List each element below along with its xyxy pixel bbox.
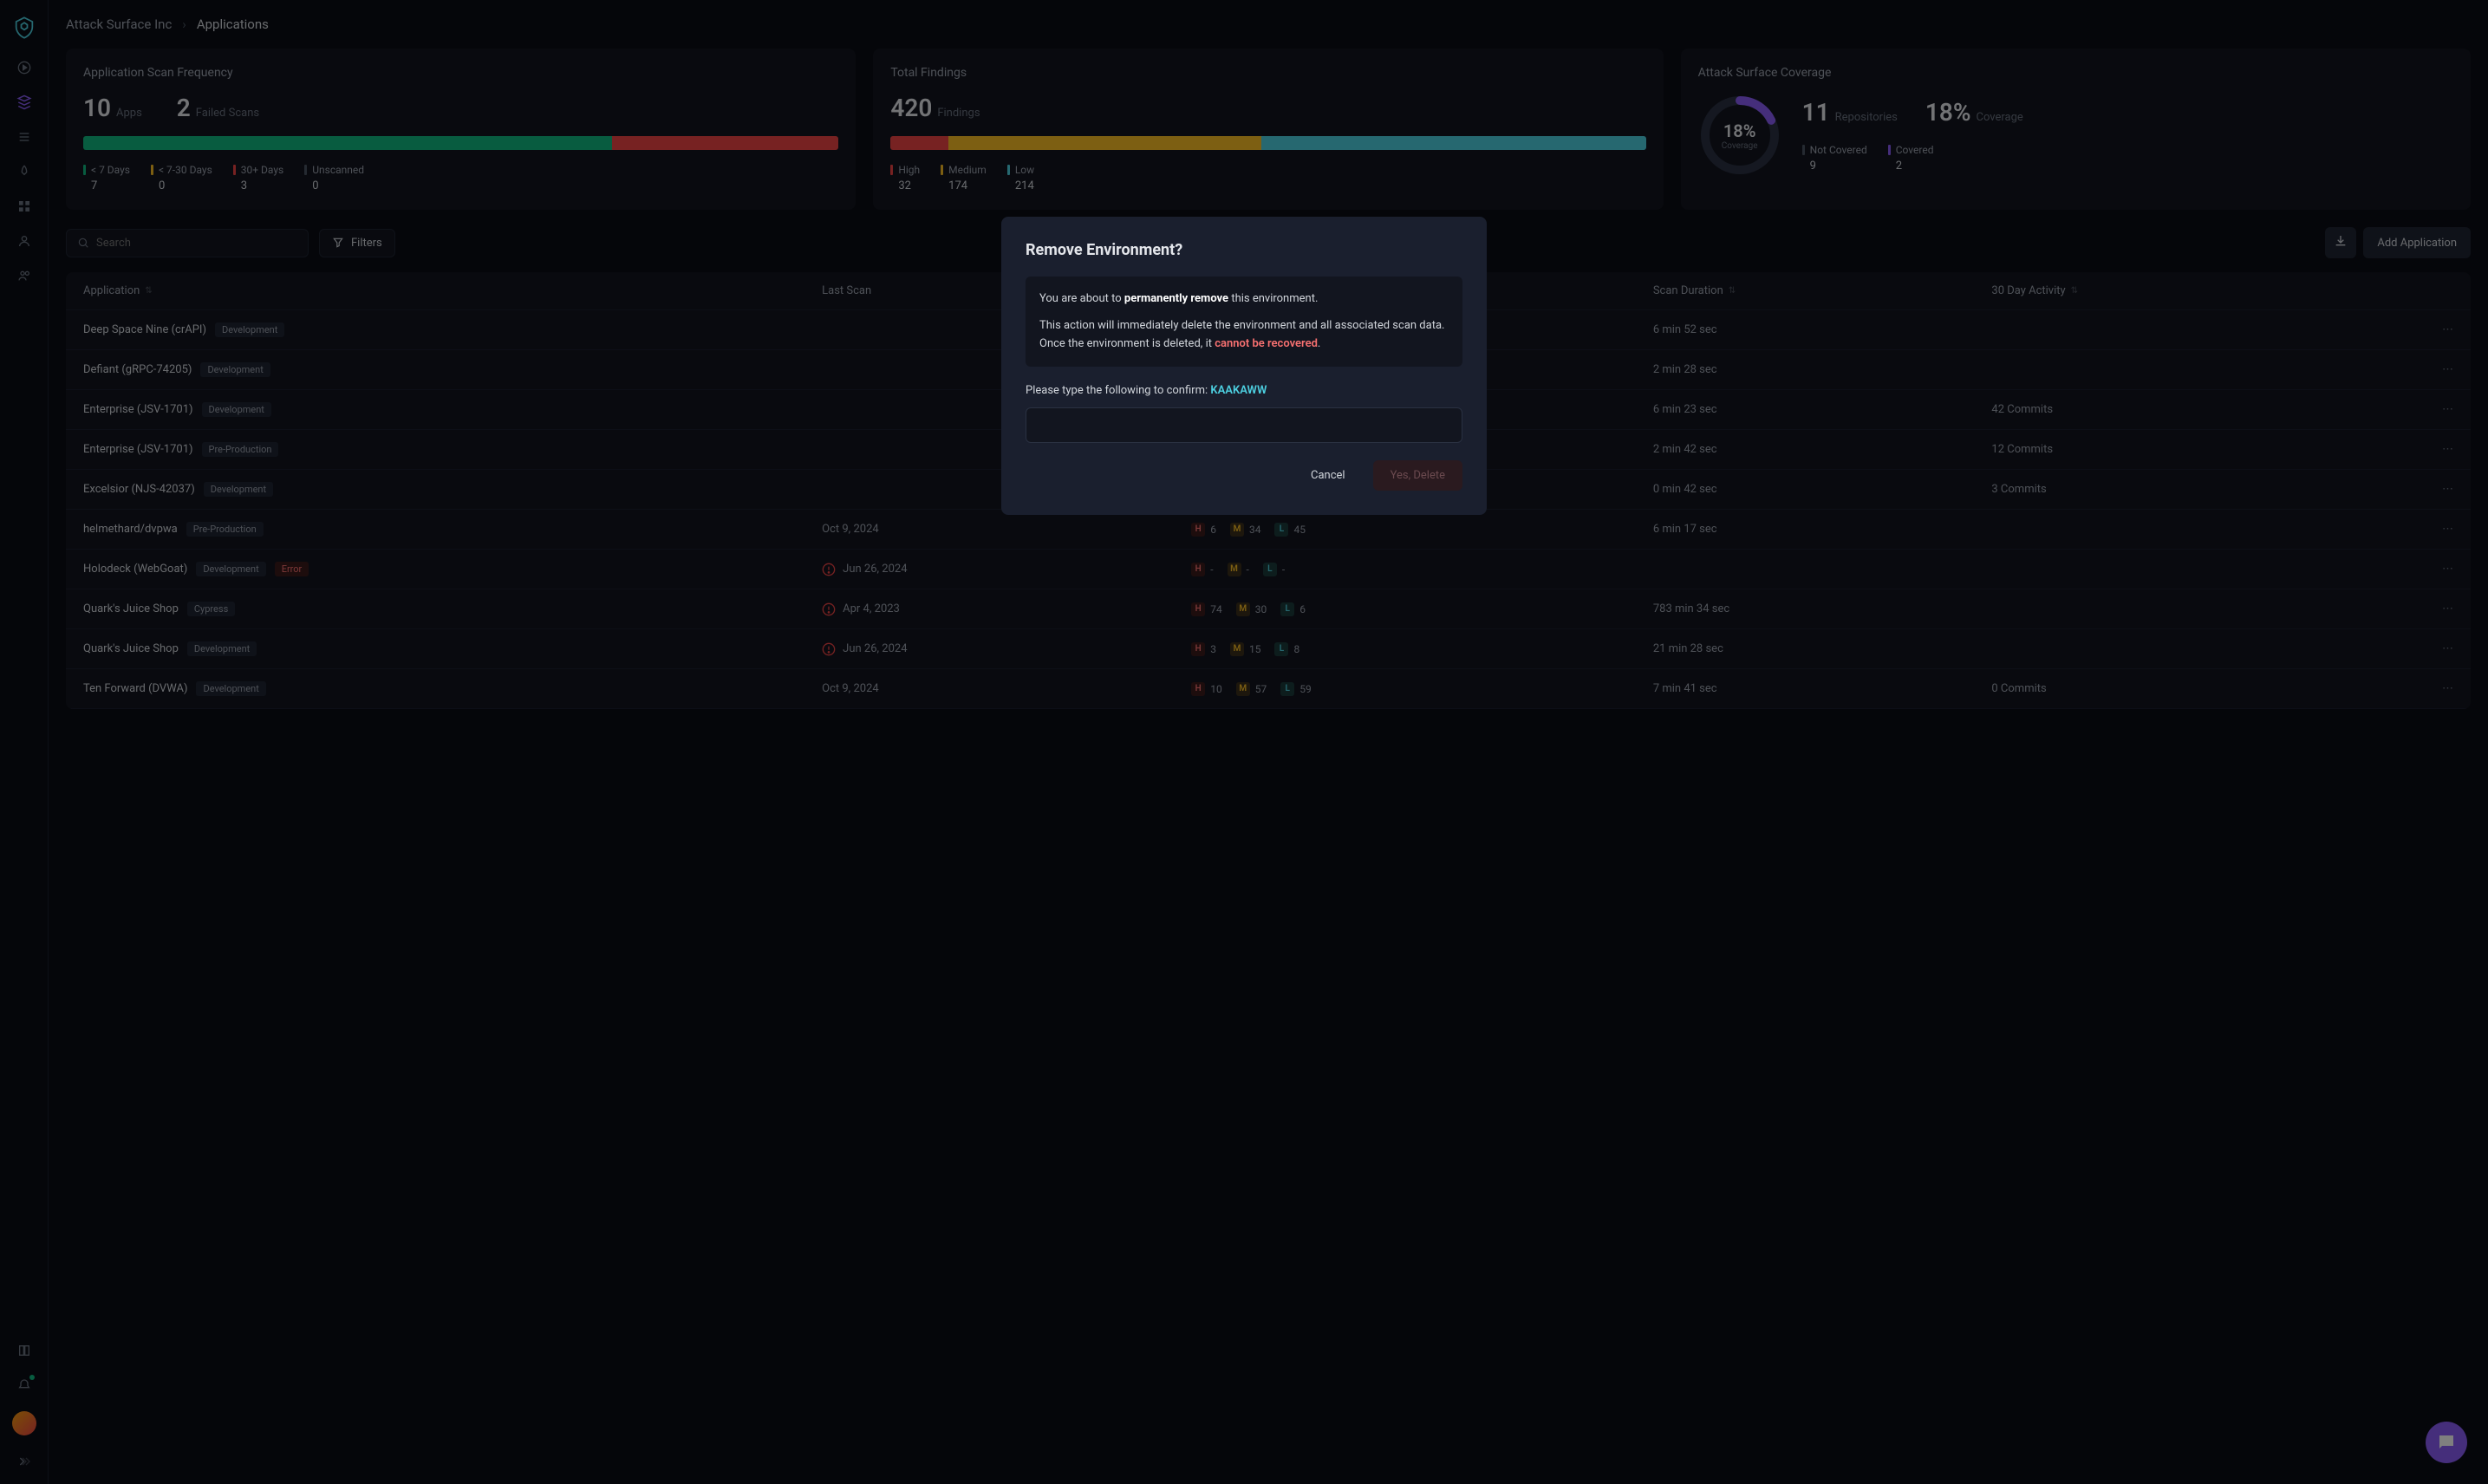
- cancel-button[interactable]: Cancel: [1293, 460, 1363, 491]
- delete-button[interactable]: Yes, Delete: [1373, 460, 1462, 491]
- remove-environment-modal: Remove Environment? You are about to per…: [1001, 217, 1487, 515]
- modal-title: Remove Environment?: [1026, 241, 1462, 259]
- modal-overlay[interactable]: Remove Environment? You are about to per…: [0, 0, 2488, 1484]
- modal-warning: You are about to permanently remove this…: [1026, 277, 1462, 367]
- confirm-input[interactable]: [1026, 407, 1462, 443]
- confirm-instruction: Please type the following to confirm: KA…: [1026, 384, 1462, 397]
